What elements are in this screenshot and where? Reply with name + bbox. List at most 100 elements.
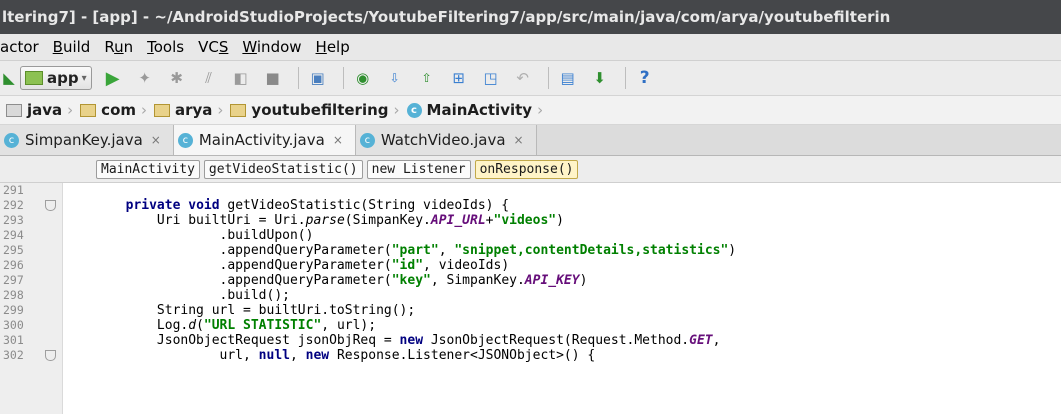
avd-manager-icon[interactable]: ▣ <box>305 65 331 91</box>
code-token: + <box>485 213 494 228</box>
menu-bar: actor Build Run Tools VCS Window Help <box>0 34 1061 61</box>
chevron-right-icon: › <box>141 101 147 119</box>
package-icon <box>154 103 170 117</box>
tab-label: SimpanKey.java <box>25 131 143 149</box>
chevron-down-icon: ▾ <box>81 72 87 84</box>
code-token: , <box>712 333 721 348</box>
structure-breadcrumb: MainActivity getVideoStatistic() new Liste… <box>0 156 1061 183</box>
code-token: GET <box>689 333 713 348</box>
breadcrumb-item-youtubefiltering[interactable]: youtubefiltering <box>224 101 392 119</box>
structure-item[interactable]: getVideoStatistic() <box>203 159 363 179</box>
apply-changes-icon[interactable]: ◧ <box>228 65 254 91</box>
code-token: .buildUpon() <box>63 228 314 243</box>
structure-item[interactable]: MainActivity <box>96 159 200 179</box>
fold-marker-icon[interactable] <box>45 200 56 211</box>
breadcrumb-item-com[interactable]: com <box>74 101 140 119</box>
android-app-icon <box>25 71 43 85</box>
code-editor[interactable]: 291 292 293 294 295 296 297 298 299 300 301 302 pri… <box>0 183 1061 414</box>
sdk-manager-icon[interactable]: ⬇ <box>587 65 613 91</box>
code-token: .appendQueryParameter( <box>63 273 392 288</box>
breadcrumb-item-arya[interactable]: arya <box>148 101 216 119</box>
code-token: API_KEY <box>524 273 580 288</box>
class-icon: c <box>4 132 19 148</box>
chevron-right-icon: › <box>67 101 74 119</box>
fold-marker-icon[interactable] <box>45 350 56 361</box>
editor-tabs: c SimpanKey.java × c MainActivity.java × c Watc… <box>0 125 1061 156</box>
code-token: , videoIds) <box>423 258 510 273</box>
folder-icon <box>6 103 22 117</box>
history-icon[interactable]: ◳ <box>478 65 504 91</box>
vcs-compare-icon[interactable]: ⊞ <box>446 65 472 91</box>
tab-label: MainActivity.java <box>198 131 325 149</box>
breadcrumb-item-mainactivity[interactable]: c MainActivity <box>401 101 537 119</box>
tab-simpankey[interactable]: c SimpanKey.java × <box>0 125 174 155</box>
code-area[interactable]: private void getVideoStatistic(String vi… <box>63 183 1061 414</box>
debug-icon[interactable]: ✦ <box>132 65 158 91</box>
vcs-commit-icon[interactable]: ⇧ <box>414 65 440 91</box>
menu-item-help[interactable]: Help <box>316 38 350 56</box>
code-token: new <box>399 333 424 348</box>
code-token: API_URL <box>430 213 486 228</box>
line-number: 292 <box>0 198 62 213</box>
code-token: .appendQueryParameter( <box>63 258 392 273</box>
menu-item-tools[interactable]: Tools <box>147 38 184 56</box>
structure-item[interactable]: onResponse() <box>474 159 579 179</box>
code-token: Uri builtUri = Uri. <box>63 213 306 228</box>
code-token: "snippet,contentDetails,statistics" <box>454 243 729 258</box>
code-token: "id" <box>391 258 424 273</box>
code-line: String url = builtUri.toString(); <box>63 303 1061 318</box>
run-icon[interactable]: ▶ <box>100 65 126 91</box>
line-number: 293 <box>3 213 24 227</box>
code-line: JsonObjectRequest jsonObjReq = new JsonO… <box>63 333 1061 348</box>
code-token: .appendQueryParameter( <box>63 243 392 258</box>
line-gutter: 291 292 293 294 295 296 297 298 299 300 301 302 <box>0 183 63 414</box>
line-number: 298 <box>3 288 24 302</box>
stop-icon[interactable]: ■ <box>260 65 286 91</box>
line-number: 300 <box>3 318 24 332</box>
breadcrumb-item-java[interactable]: java <box>0 101 66 119</box>
code-token: url, <box>63 348 259 363</box>
close-icon[interactable]: × <box>514 133 524 147</box>
run-config-label: app <box>47 69 79 87</box>
tab-watchvideo[interactable]: c WatchVideo.java × <box>355 125 537 155</box>
sync-icon[interactable]: ◉ <box>350 65 376 91</box>
code-token: "part" <box>391 243 439 258</box>
code-line: .build(); <box>63 288 1061 303</box>
help-icon[interactable]: ? <box>632 65 658 91</box>
menu-item-window[interactable]: Window <box>242 38 301 56</box>
code-token: Response.Listener<JSONObject>() { <box>329 348 596 363</box>
menu-item-build[interactable]: Build <box>53 38 91 56</box>
code-token: ) <box>579 273 588 288</box>
main-toolbar: ◣ app ▾ ▶ ✦ ✱ ⫽ ◧ ■ ▣ ◉ ⇩ ⇧ ⊞ ◳ ↶ ▤ ⬇ ? <box>0 61 1061 96</box>
toolbar-divider <box>547 67 549 89</box>
vcs-update-icon[interactable]: ⇩ <box>382 65 408 91</box>
code-line: .appendQueryParameter("id", videoIds) <box>63 258 1061 273</box>
line-number: 296 <box>3 258 24 272</box>
structure-item[interactable]: new Listener <box>366 159 471 179</box>
run-config-select[interactable]: app ▾ <box>20 66 92 90</box>
code-token: , SimpanKey. <box>430 273 525 288</box>
code-token: (SimpanKey. <box>344 213 431 228</box>
code-line: url, null, new Response.Listener<JSONObj… <box>63 348 1061 363</box>
line-number: 297 <box>3 273 24 287</box>
class-icon: c <box>406 102 422 118</box>
menu-item-actor[interactable]: actor <box>0 38 39 56</box>
profile-icon[interactable]: ⫽ <box>196 65 222 91</box>
window-title: ltering7] - [app] - ~/AndroidStudioProje… <box>0 0 1061 34</box>
code-token: , url); <box>321 318 377 333</box>
line-number: 299 <box>3 303 24 317</box>
code-token: parse <box>305 213 345 228</box>
tab-mainactivity[interactable]: c MainActivity.java × <box>173 125 356 155</box>
build-icon[interactable]: ◣ <box>2 65 16 91</box>
close-icon[interactable]: × <box>151 133 161 147</box>
attach-debugger-icon[interactable]: ✱ <box>164 65 190 91</box>
menu-item-run[interactable]: Run <box>104 38 133 56</box>
menu-item-vcs[interactable]: VCS <box>198 38 228 56</box>
breadcrumb-label: MainActivity <box>426 101 533 119</box>
close-icon[interactable]: × <box>333 133 343 147</box>
terminal-icon[interactable]: ▤ <box>555 65 581 91</box>
class-icon: c <box>359 132 375 148</box>
revert-icon[interactable]: ↶ <box>510 65 536 91</box>
